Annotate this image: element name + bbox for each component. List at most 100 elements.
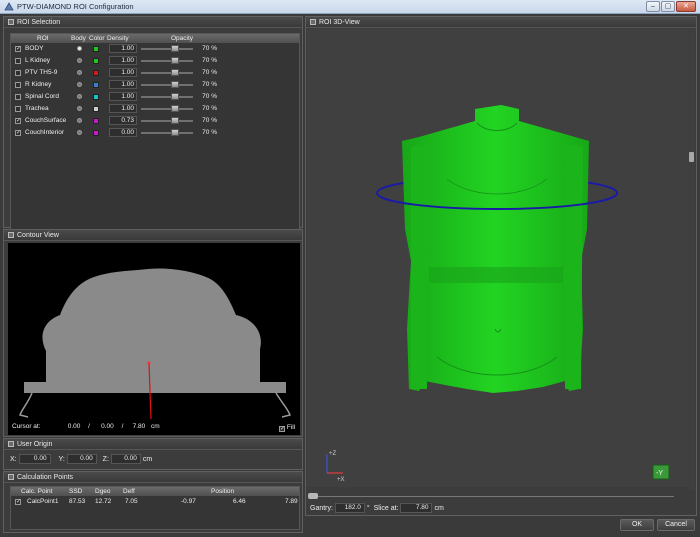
roi-row[interactable]: Spinal Cord 1.00 70 % xyxy=(11,91,299,103)
col-calc-point[interactable]: Calc. Point xyxy=(21,488,52,495)
calc-point-checkbox[interactable]: ✓ xyxy=(15,499,21,505)
roi-visible-checkbox[interactable]: ✓ xyxy=(15,130,21,136)
opacity-slider-track[interactable] xyxy=(141,108,193,110)
roi-row[interactable]: ✓ CouchInterior 0.00 70 % xyxy=(11,127,299,139)
roi-row[interactable]: PTV TH5-9 1.00 70 % xyxy=(11,67,299,79)
roi-visible-checkbox[interactable] xyxy=(15,70,21,76)
col-ssd[interactable]: SSD xyxy=(69,488,82,495)
density-input[interactable]: 1.00 xyxy=(109,68,137,77)
opacity-slider-thumb[interactable] xyxy=(171,105,179,112)
gantry-input[interactable]: 182.0 xyxy=(334,503,365,513)
3d-viewport[interactable]: +Z +X -Y xyxy=(307,29,695,487)
opacity-slider-track[interactable] xyxy=(141,96,193,98)
roi-visible-checkbox[interactable] xyxy=(15,82,21,88)
opacity-slider-thumb[interactable] xyxy=(171,117,179,124)
opacity-slider-track[interactable] xyxy=(141,120,193,122)
roi-color-swatch[interactable] xyxy=(93,82,99,88)
body-radio[interactable] xyxy=(77,94,82,99)
opacity-slider-thumb[interactable] xyxy=(171,69,179,76)
roi-visible-checkbox[interactable] xyxy=(15,58,21,64)
body-radio[interactable] xyxy=(77,106,82,111)
opacity-slider-track[interactable] xyxy=(141,60,193,62)
opacity-slider-track[interactable] xyxy=(141,132,193,134)
collapse-icon[interactable] xyxy=(310,19,316,25)
col-density[interactable]: Density xyxy=(107,35,129,42)
axis-x-label: +X xyxy=(337,477,345,483)
maximize-button[interactable]: ▢ xyxy=(661,1,675,12)
body-radio[interactable] xyxy=(77,130,82,135)
ok-button[interactable]: OK xyxy=(620,519,654,531)
density-input[interactable]: 1.00 xyxy=(109,56,137,65)
origin-y-input[interactable]: 0.00 xyxy=(66,454,97,464)
calc-point-dgeo: 12.72 xyxy=(95,498,112,505)
right-arm-shape xyxy=(563,143,583,389)
opacity-slider-thumb[interactable] xyxy=(171,57,179,64)
close-button[interactable]: ✕ xyxy=(676,1,696,12)
opacity-slider-thumb[interactable] xyxy=(171,129,179,136)
roi-visible-checkbox[interactable] xyxy=(15,94,21,100)
roi-color-swatch[interactable] xyxy=(93,58,99,64)
horizontal-slider[interactable] xyxy=(308,493,688,499)
col-position[interactable]: Position xyxy=(211,488,234,495)
col-opacity[interactable]: Opacity xyxy=(171,35,193,42)
roi-color-swatch[interactable] xyxy=(93,118,99,124)
roi-row[interactable]: Trachea 1.00 70 % xyxy=(11,103,299,115)
origin-x-input[interactable]: 0.00 xyxy=(18,454,51,464)
contour-canvas[interactable]: Cursor at: 0.00 / 0.00 / 7.80 cm ✓ Fill xyxy=(8,243,300,435)
roi-name: L Kidney xyxy=(25,57,51,64)
vertical-scrollbar[interactable] xyxy=(688,29,695,491)
col-color[interactable]: Color xyxy=(89,35,105,42)
body-radio[interactable] xyxy=(77,46,82,51)
col-roi[interactable]: ROI xyxy=(37,35,49,42)
roi-color-swatch[interactable] xyxy=(93,94,99,100)
horizontal-slider-thumb[interactable] xyxy=(308,493,318,499)
roi-color-swatch[interactable] xyxy=(93,70,99,76)
opacity-slider-track[interactable] xyxy=(141,72,193,74)
density-input[interactable]: 1.00 xyxy=(109,104,137,113)
opacity-slider-thumb[interactable] xyxy=(171,81,179,88)
vertical-scroll-thumb[interactable] xyxy=(689,152,694,162)
collapse-icon[interactable] xyxy=(8,441,14,447)
roi-row[interactable]: R Kidney 1.00 70 % xyxy=(11,79,299,91)
body-radio[interactable] xyxy=(77,58,82,63)
roi-visible-checkbox[interactable] xyxy=(15,106,21,112)
fill-toggle[interactable]: ✓ Fill xyxy=(279,424,295,432)
density-input[interactable]: 0.00 xyxy=(109,128,137,137)
cancel-button[interactable]: Cancel xyxy=(657,519,695,531)
density-input[interactable]: 1.00 xyxy=(109,44,137,53)
roi-color-swatch[interactable] xyxy=(93,130,99,136)
body-radio[interactable] xyxy=(77,70,82,75)
col-dgeo[interactable]: Dgeo xyxy=(95,488,111,495)
opacity-slider-thumb[interactable] xyxy=(171,45,179,52)
density-input[interactable]: 0.73 xyxy=(109,116,137,125)
slice-input[interactable]: 7.80 xyxy=(400,503,433,513)
collapse-icon[interactable] xyxy=(8,474,14,480)
roi-name: Spinal Cord xyxy=(25,93,59,100)
density-input[interactable]: 1.00 xyxy=(109,92,137,101)
body-radio[interactable] xyxy=(77,118,82,123)
roi-row[interactable]: ✓ BODY 1.00 70 % xyxy=(11,43,299,55)
opacity-slider-track[interactable] xyxy=(141,84,193,86)
cursor-sep-1: / xyxy=(88,423,90,430)
roi-visible-checkbox[interactable]: ✓ xyxy=(15,118,21,124)
roi-color-swatch[interactable] xyxy=(93,106,99,112)
body-radio[interactable] xyxy=(77,82,82,87)
collapse-icon[interactable] xyxy=(8,19,14,25)
collapse-icon[interactable] xyxy=(8,232,14,238)
opacity-slider-track[interactable] xyxy=(141,48,193,50)
col-body[interactable]: Body xyxy=(71,35,86,42)
calc-point-ssd: 87.53 xyxy=(69,498,86,505)
table-row[interactable]: ✓ CalcPoint1 87.53 12.72 7.05 -0.97 6.46… xyxy=(11,496,299,508)
fill-checkbox[interactable]: ✓ xyxy=(279,426,285,432)
roi-visible-checkbox[interactable]: ✓ xyxy=(15,46,21,52)
roi-color-swatch[interactable] xyxy=(93,46,99,52)
col-deff[interactable]: Deff xyxy=(123,488,135,495)
opacity-slider-thumb[interactable] xyxy=(171,93,179,100)
origin-z-input[interactable]: 0.00 xyxy=(110,454,141,464)
roi-row[interactable]: L Kidney 1.00 70 % xyxy=(11,55,299,67)
contour-view-title: Contour View xyxy=(17,231,59,239)
roi-row[interactable]: ✓ CouchSurface 0.73 70 % xyxy=(11,115,299,127)
minimize-button[interactable]: – xyxy=(646,1,660,12)
density-input[interactable]: 1.00 xyxy=(109,80,137,89)
roi-name: R Kidney xyxy=(25,81,52,88)
